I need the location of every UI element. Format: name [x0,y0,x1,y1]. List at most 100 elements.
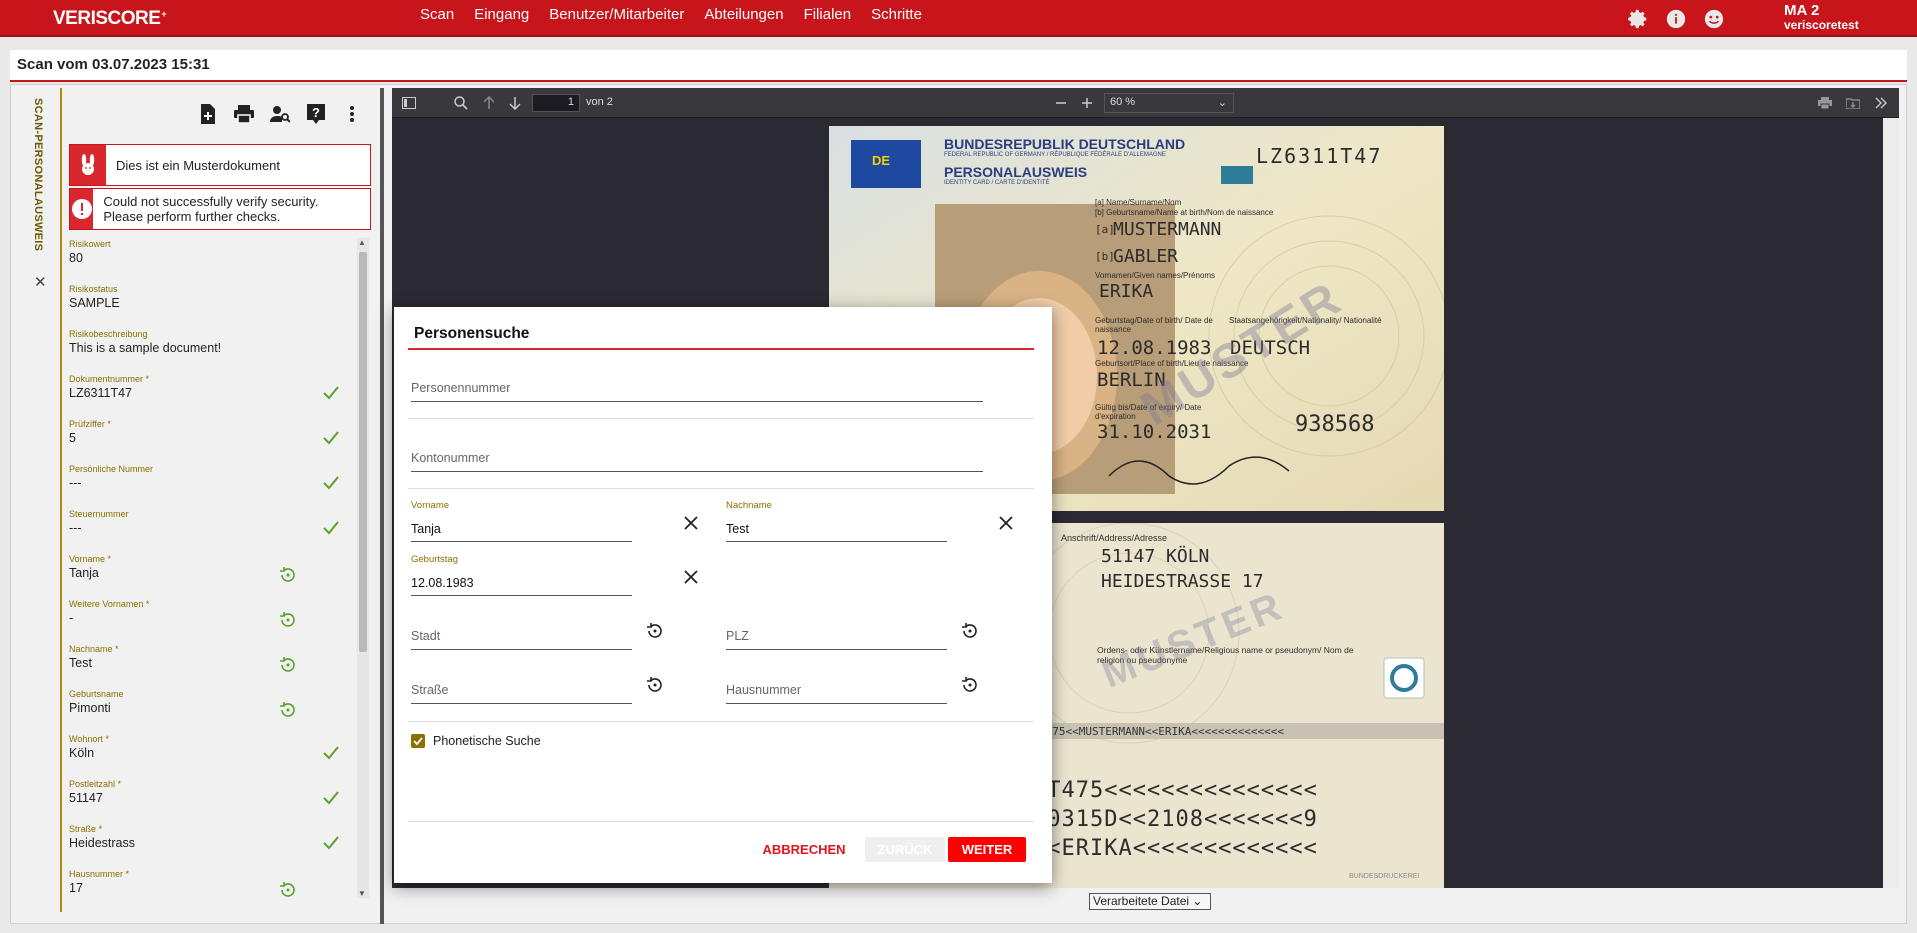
tools-chevron-icon[interactable] [1872,94,1890,112]
chevron-down-icon: ⌄ [1217,97,1227,109]
restore-strasse-icon[interactable] [645,675,665,695]
field-row[interactable]: Risikostatus SAMPLE [69,283,349,328]
page-number-input[interactable]: 1 [532,94,580,112]
previous-page-icon[interactable] [480,94,498,112]
app-logo[interactable]: VERISCORE+ [53,8,167,30]
kontonummer-field[interactable]: Kontonummer [411,432,983,472]
info-icon[interactable] [1663,6,1689,32]
restore-stadt-icon[interactable] [645,621,665,641]
panel-splitter[interactable] [380,88,384,924]
gear-icon[interactable] [1625,6,1651,32]
id-dob-label: Geburtstag/Date of birth/ Date de naissa… [1095,316,1213,334]
nav-item-eingang[interactable]: Eingang [464,4,539,25]
field-row[interactable]: Nachname * Test [69,643,349,688]
back-button[interactable]: ZURÜCK [865,837,945,862]
clear-nachname-icon[interactable] [996,513,1016,533]
stadt-field[interactable]: Stadt [411,610,632,650]
personennummer-field[interactable]: Personennummer [411,362,983,402]
field-row[interactable]: Hausnummer * 17 [69,868,349,913]
chevron-down-icon: ⌄ [1192,894,1203,908]
warning-icon [70,189,94,229]
field-row[interactable]: Steuernummer --- [69,508,349,553]
field-value: 80 [69,251,83,265]
add-document-button[interactable] [195,101,221,127]
dialog-title: Personensuche [414,325,530,342]
search-icon[interactable] [452,94,470,112]
nav-item-filialen[interactable]: Filialen [794,4,862,25]
restore-plz-icon[interactable] [960,621,980,641]
country-code: DE [872,153,891,168]
viewer-scrollbar[interactable] [1883,118,1899,888]
field-row[interactable]: Risikobeschreibung This is a sample docum… [69,328,349,373]
next-button[interactable]: WEITER [948,837,1026,862]
restore-icon[interactable] [279,611,297,629]
user-info[interactable]: MA 2 veriscoretest [1784,3,1859,33]
alert-text: Dies ist ein Musterdokument [116,157,281,173]
vertical-tab[interactable]: SCAN-PERSONALAUSWEIS ✕ [22,88,62,928]
nachname-field[interactable]: Nachname Test [726,500,947,542]
field-row[interactable]: Risikowert 80 [69,238,349,283]
phonetic-search-checkbox[interactable] [411,734,425,748]
next-page-icon[interactable] [506,94,524,112]
clear-vorname-icon[interactable] [681,513,701,533]
field-row[interactable]: Weitere Vornamen * - [69,598,349,643]
divider [408,721,1034,722]
fields-scrollbar[interactable]: ▲ ▼ [357,238,369,898]
verified-check-icon [323,431,341,449]
user-avatar-icon[interactable] [1701,6,1727,32]
restore-icon[interactable] [279,881,297,899]
id-mrz-line3: <<ERIKA<<<<<<<<<<<<< [1033,836,1318,861]
id-mrz-line1: 1T475<<<<<<<<<<<<<<< [1033,778,1318,803]
person-search-dialog: Personensuche Personennummer Kontonummer… [394,307,1052,883]
close-icon[interactable]: ✕ [34,273,47,291]
security-warning-alert: Could not successfully verify security. … [69,188,371,230]
sidebar-toggle-icon[interactable] [400,94,418,112]
field-row[interactable]: Straße * Heidestrass [69,823,349,868]
cancel-button[interactable]: ABBRECHEN [759,837,849,862]
file-select[interactable]: Verarbeitete Datei ⌄ [1089,893,1211,910]
print-icon[interactable] [1816,94,1834,112]
page-title: Scan vom 03.07.2023 15:31 [10,50,1907,82]
hausnummer-field[interactable]: Hausnummer [726,664,947,704]
zoom-select[interactable]: 60 % ⌄ [1104,93,1234,113]
nav-item-abteilungen[interactable]: Abteilungen [694,4,793,25]
save-icon[interactable] [1844,94,1862,112]
field-row[interactable]: Dokumentnummer * LZ6311T47 [69,373,349,418]
scroll-thumb[interactable] [359,252,367,652]
viewer-toolbar: 1 von 2 60 % ⌄ [392,88,1899,118]
field-row[interactable]: Vorname * Tanja [69,553,349,598]
field-row[interactable]: Geburtsname Pimonti [69,688,349,733]
more-menu-icon[interactable] [339,101,365,127]
zoom-in-icon[interactable] [1078,94,1096,112]
restore-icon[interactable] [279,701,297,719]
phonetic-search-label[interactable]: Phonetische Suche [433,734,541,748]
geburtstag-field[interactable]: Geburtstag 12.08.1983 [411,554,632,596]
field-row[interactable]: Postleitzahl * 51147 [69,778,349,823]
top-icons [1625,6,1727,32]
clear-geburtstag-icon[interactable] [681,567,701,587]
person-search-button[interactable] [267,101,293,127]
plz-field[interactable]: PLZ [726,610,947,650]
nav-item-schritte[interactable]: Schritte [861,4,932,25]
help-button[interactable]: ? [303,101,329,127]
restore-hausnummer-icon[interactable] [960,675,980,695]
id-given-label: Vornamen/Given names/Prénoms [1095,271,1216,280]
restore-icon[interactable] [279,656,297,674]
zoom-out-icon[interactable] [1052,94,1070,112]
restore-icon[interactable] [279,566,297,584]
strasse-field[interactable]: Straße [411,664,632,704]
field-row[interactable]: Persönliche Nummer --- [69,463,349,508]
page-count: von 2 [586,96,613,108]
verified-check-icon [323,521,341,539]
field-row[interactable]: Wohnort * Köln [69,733,349,778]
nav-item-scan[interactable]: Scan [410,4,464,25]
id-surname-prefix: [a] [1095,223,1115,236]
nav-item-benutzer[interactable]: Benutzer/Mitarbeiter [539,4,694,25]
id-birthname-label: [b] Geburtsname/Name at birth/Nom de nai… [1095,208,1274,217]
print-button[interactable] [231,101,257,127]
field-row[interactable]: Prüfziffer * 5 [69,418,349,463]
panel-toolbar: ? [195,101,365,127]
vorname-field[interactable]: Vorname Tanja [411,500,632,542]
verified-check-icon [323,836,341,854]
field-value: Heidestrass [69,836,135,850]
